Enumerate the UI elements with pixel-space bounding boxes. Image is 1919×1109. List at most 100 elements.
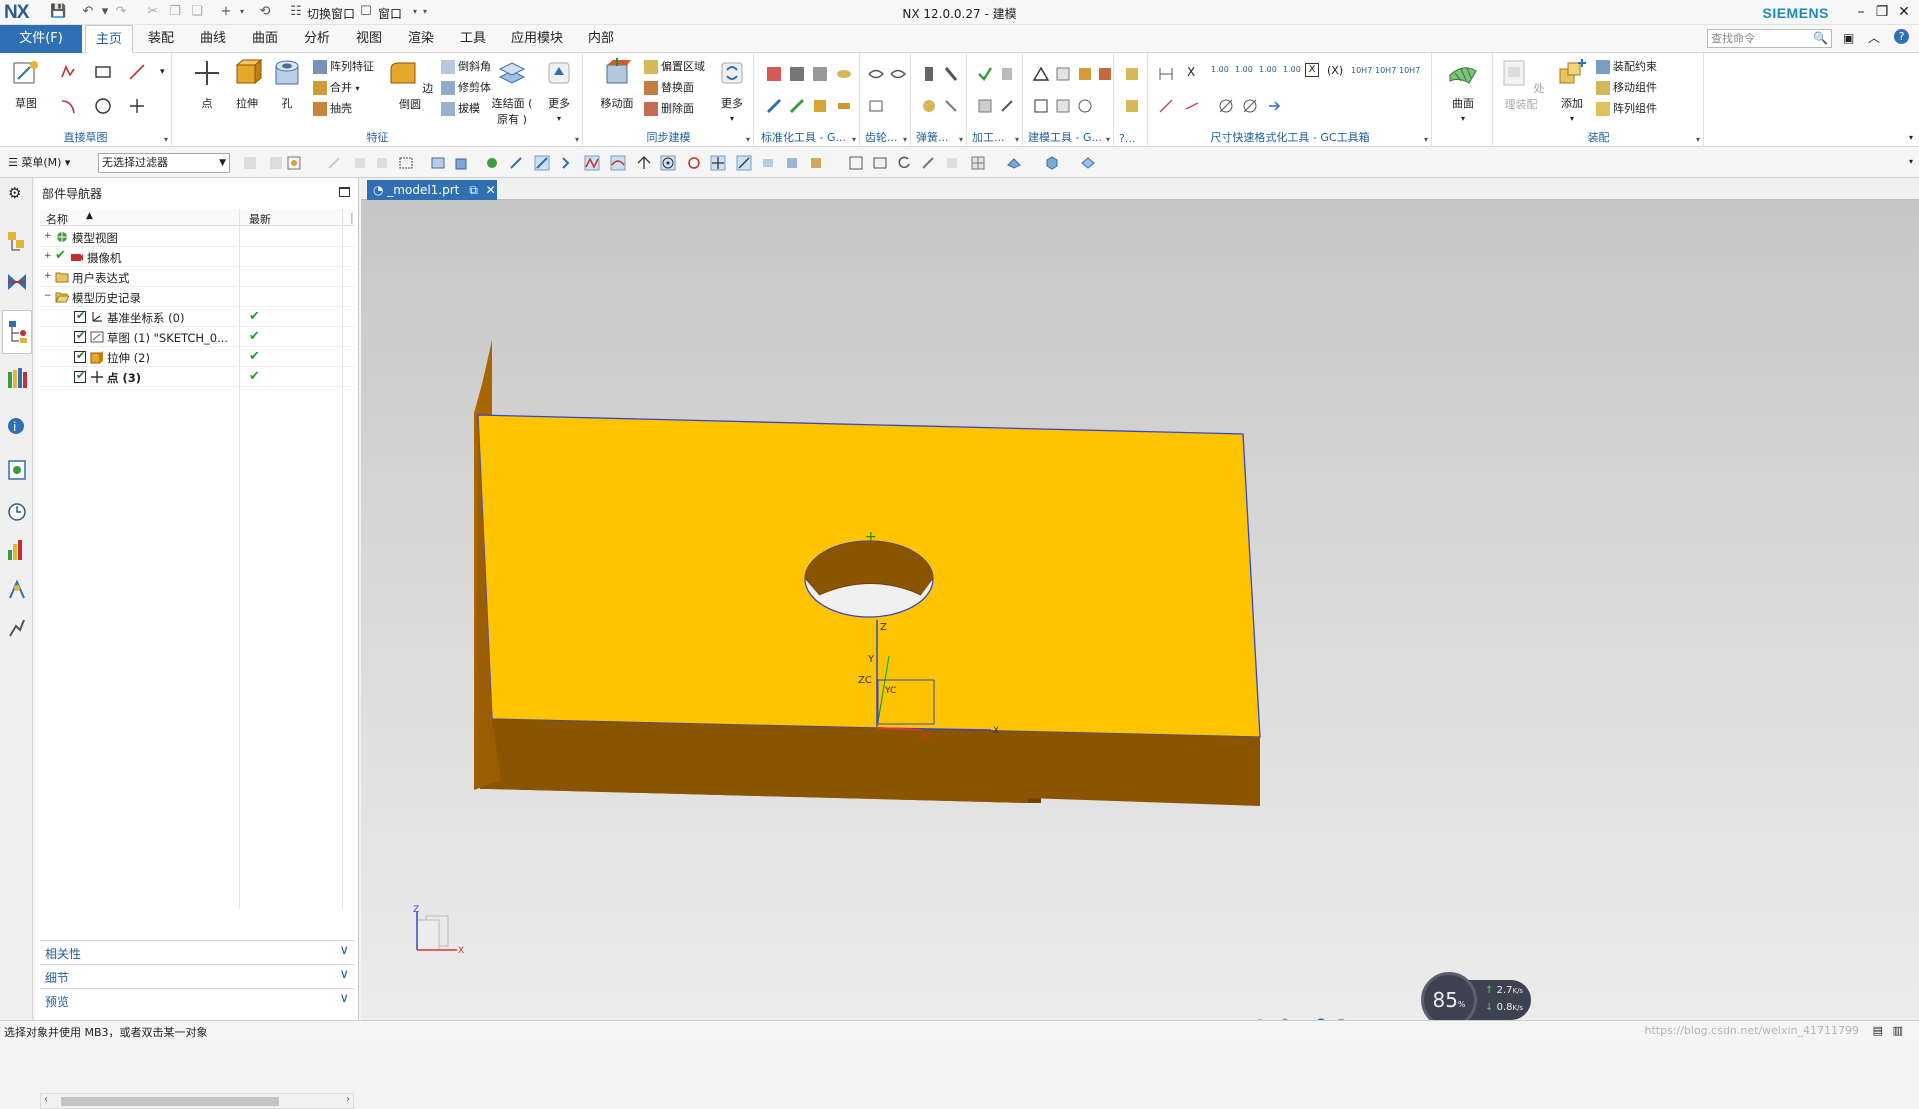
group-dropdown-icon[interactable]: ▾ bbox=[746, 135, 750, 144]
model-tool-5-icon[interactable] bbox=[1032, 97, 1050, 115]
sort-ascending-icon[interactable]: ▲ bbox=[86, 211, 93, 221]
feature-checkbox[interactable] bbox=[74, 329, 86, 343]
web-browser-icon[interactable] bbox=[6, 458, 28, 482]
dependencies-panel[interactable]: 相关性 ∨ bbox=[40, 940, 354, 962]
fit-view-icon[interactable] bbox=[848, 155, 864, 171]
edge-blend-button[interactable]: 边倒圆 bbox=[385, 57, 435, 123]
feature-more-button[interactable]: 更多 ▾ bbox=[539, 57, 579, 123]
scroll-left-icon[interactable]: ‹ bbox=[44, 1094, 48, 1105]
perspective-icon[interactable] bbox=[944, 155, 960, 171]
cut-icon[interactable]: ✂ bbox=[145, 4, 161, 20]
spring-tool-2-icon[interactable] bbox=[942, 65, 960, 83]
std-tool-3-icon[interactable] bbox=[811, 65, 829, 83]
dim-tool-paren-icon[interactable]: (X) bbox=[1327, 64, 1343, 77]
machining-tool-2-icon[interactable] bbox=[998, 65, 1016, 83]
q-tool-2-icon[interactable] bbox=[1123, 97, 1141, 115]
spring-tool-3-icon[interactable] bbox=[920, 97, 938, 115]
pan-icon[interactable] bbox=[920, 155, 936, 171]
expand-icon[interactable]: + bbox=[44, 231, 52, 241]
sketch-more-dropdown-icon[interactable]: ▾ bbox=[160, 67, 165, 77]
scroll-thumb[interactable] bbox=[61, 1097, 279, 1106]
std-tool-5-icon[interactable] bbox=[765, 97, 783, 115]
feature-checkbox[interactable] bbox=[74, 369, 86, 383]
assembly-constraint-button[interactable]: 装配约束 bbox=[1596, 57, 1657, 77]
paste-icon[interactable]: ❏ bbox=[189, 4, 205, 20]
tab-internal[interactable]: 内部 bbox=[580, 25, 622, 53]
tab-tools[interactable]: 工具 bbox=[452, 25, 494, 53]
scroll-right-icon[interactable]: › bbox=[346, 1094, 350, 1105]
status-icon-1[interactable]: ▤ bbox=[1873, 1024, 1883, 1037]
tab-analysis[interactable]: 分析 bbox=[296, 25, 338, 53]
machining-tool-1-icon[interactable] bbox=[976, 65, 994, 83]
toolbar-options-icon[interactable]: ▾ bbox=[1909, 157, 1913, 166]
switch-window-button[interactable]: 切换窗口 bbox=[307, 5, 355, 22]
customize-qat-icon[interactable]: ▾ bbox=[417, 4, 433, 20]
move-component-button[interactable]: 移动组件 bbox=[1596, 78, 1657, 98]
history-icon[interactable] bbox=[6, 500, 28, 524]
tab-view[interactable]: 视图 bbox=[348, 25, 390, 53]
spring-tool-1-icon[interactable] bbox=[920, 65, 938, 83]
model-view[interactable]: + Z Y ZC YC XC X bbox=[361, 200, 1919, 1020]
sync-more-button[interactable]: 更多 ▾ bbox=[712, 57, 752, 123]
filter-tool-1-icon[interactable] bbox=[242, 155, 258, 171]
snap-endpoint-icon[interactable] bbox=[508, 155, 524, 171]
repeat-command-icon[interactable]: ⟲ bbox=[257, 4, 273, 20]
offset-face-button[interactable]: 连结面 ( 原有 ) bbox=[489, 57, 535, 126]
hole-button[interactable]: 孔 bbox=[267, 57, 307, 123]
std-tool-2-icon[interactable] bbox=[788, 65, 806, 83]
gear-tool-2-icon[interactable] bbox=[889, 65, 907, 83]
trim-body-button[interactable]: 修剪体 bbox=[441, 78, 491, 98]
filter-tool-4-icon[interactable] bbox=[352, 155, 368, 171]
roles-icon[interactable] bbox=[6, 578, 28, 602]
orient-view-icon[interactable] bbox=[1006, 155, 1022, 171]
expand-icon[interactable]: + bbox=[44, 251, 52, 261]
model-tool-2-icon[interactable] bbox=[1054, 65, 1072, 83]
snap-spline-icon[interactable] bbox=[610, 155, 626, 171]
document-tab[interactable]: ◔ _model1.prt ⧉ ✕ bbox=[367, 180, 497, 200]
draft-button[interactable]: 拔模 bbox=[441, 99, 480, 119]
help-icon[interactable]: ? bbox=[1894, 29, 1909, 44]
filter-tool-3-icon[interactable] bbox=[326, 155, 342, 171]
feature-checkbox[interactable] bbox=[74, 309, 86, 323]
group-dropdown-icon[interactable]: ▾ bbox=[164, 135, 168, 144]
snap-point-icon[interactable] bbox=[710, 155, 726, 171]
snap-quadrant-icon[interactable] bbox=[686, 155, 702, 171]
group-dropdown-icon[interactable]: ▾ bbox=[903, 135, 907, 144]
delete-face-button[interactable]: 删除面 bbox=[644, 99, 694, 119]
display-mode-icon[interactable] bbox=[1044, 155, 1060, 171]
assembly-navigator-icon[interactable] bbox=[6, 230, 28, 254]
system-scene-icon[interactable] bbox=[6, 616, 28, 640]
dim-tool-diameter2-icon[interactable] bbox=[1241, 97, 1259, 115]
window-icon[interactable]: ☐ bbox=[358, 4, 374, 20]
replace-face-button[interactable]: 替换面 bbox=[644, 78, 694, 98]
feature-checkbox[interactable] bbox=[74, 349, 86, 363]
model-tool-3-icon[interactable] bbox=[1076, 65, 1094, 83]
std-tool-1-icon[interactable] bbox=[765, 65, 783, 83]
snap-on-curve-icon[interactable] bbox=[736, 155, 752, 171]
add-icon[interactable]: + bbox=[218, 4, 234, 20]
column-name-header[interactable]: 名称 bbox=[46, 211, 68, 227]
horizontal-scrollbar[interactable]: ‹ › bbox=[40, 1093, 354, 1109]
move-face-button[interactable]: 移动面 bbox=[594, 57, 640, 123]
pin-icon[interactable]: ⧉ bbox=[469, 183, 478, 197]
group-dropdown-icon[interactable]: ▾ bbox=[1424, 135, 1428, 144]
tree-row[interactable]: 草图 (1) "SKETCH_0... ✔ bbox=[40, 327, 354, 347]
gear-tool-3-icon[interactable] bbox=[867, 97, 885, 115]
pattern-feature-button[interactable]: 阵列特征 bbox=[313, 57, 374, 77]
show-hide-icon[interactable] bbox=[1080, 155, 1096, 171]
chamfer-button[interactable]: 倒斜角 bbox=[441, 57, 491, 77]
model-tool-6-icon[interactable] bbox=[1054, 97, 1072, 115]
tree-row[interactable]: − 模型历史记录 bbox=[40, 287, 354, 307]
group-dropdown-icon[interactable]: ▾ bbox=[1696, 135, 1700, 144]
point-button[interactable]: 点 bbox=[187, 57, 227, 123]
redo-icon[interactable]: ↷ bbox=[113, 4, 129, 20]
rectangle-select-icon[interactable] bbox=[398, 155, 414, 171]
group-dropdown-icon[interactable]: ▾ bbox=[852, 135, 856, 144]
save-icon[interactable]: 💾 bbox=[50, 4, 66, 20]
dim-tool-1-icon[interactable] bbox=[1157, 65, 1175, 83]
tab-assembly[interactable]: 装配 bbox=[140, 25, 182, 53]
process-assembly-button[interactable]: 处理装配 bbox=[1496, 57, 1546, 123]
model-tool-1-icon[interactable] bbox=[1032, 65, 1050, 83]
minimize-icon[interactable]: – bbox=[1852, 3, 1870, 21]
dim-tool-box-icon[interactable]: X bbox=[1305, 63, 1319, 77]
